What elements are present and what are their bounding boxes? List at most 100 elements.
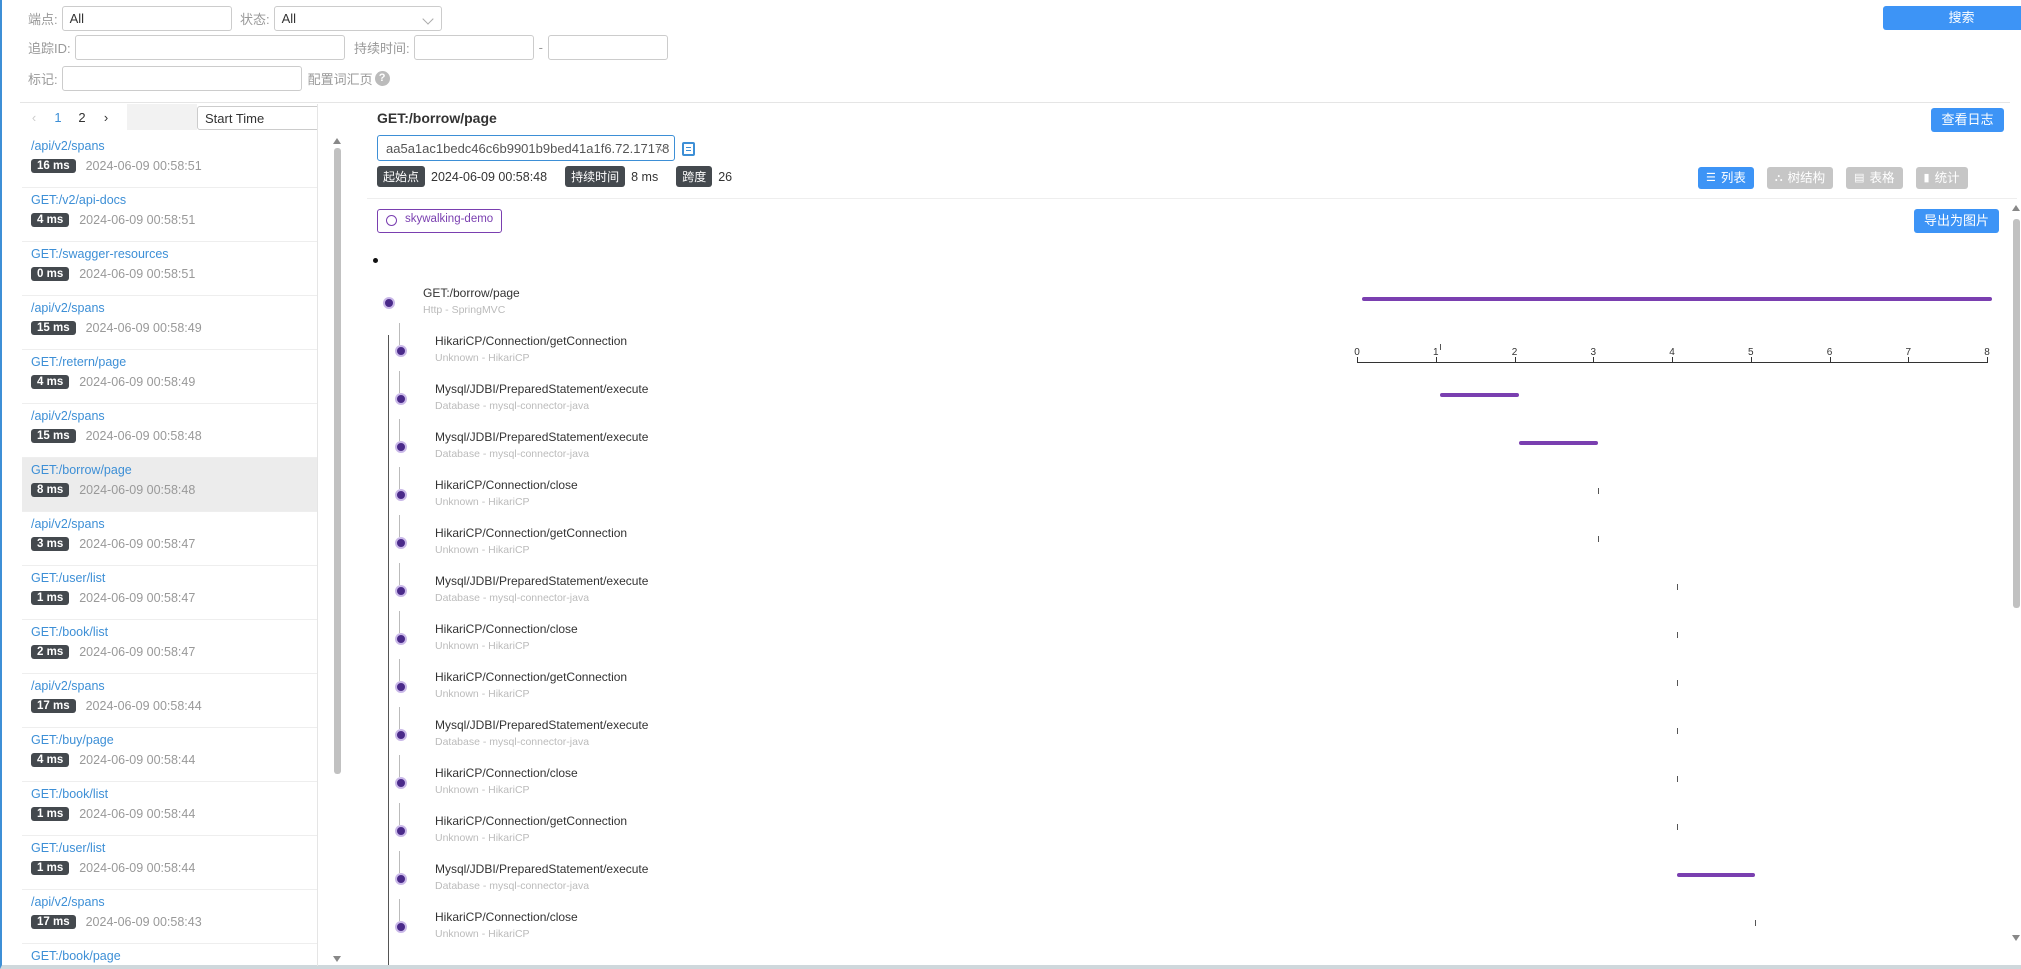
span-node-dot[interactable]	[395, 729, 407, 741]
scroll-thumb[interactable]	[2013, 219, 2020, 608]
trace-endpoint-link[interactable]: GET:/buy/page	[31, 733, 317, 753]
trace-endpoint-link[interactable]: GET:/book/list	[31, 787, 317, 807]
trace-list-item[interactable]: /api/v2/spans 15 ms 2024-06-09 00:58:49	[22, 296, 317, 350]
trace-list-item[interactable]: /api/v2/spans 17 ms 2024-06-09 00:58:44	[22, 674, 317, 728]
trace-endpoint-link[interactable]: GET:/retern/page	[31, 355, 317, 375]
span-node-dot[interactable]	[395, 873, 407, 885]
span-duration-mark[interactable]	[1676, 776, 1678, 782]
view-table-button[interactable]: ▤ 表格	[1846, 167, 1903, 189]
span-row[interactable]: HikariCP/Connection/close Unknown - Hikar…	[367, 755, 2003, 815]
trace-endpoint-link[interactable]: /api/v2/spans	[31, 895, 317, 915]
trace-list-item[interactable]: GET:/user/list 1 ms 2024-06-09 00:58:47	[22, 566, 317, 620]
span-node-dot[interactable]	[395, 441, 407, 453]
span-row[interactable]: HikariCP/Connection/getConnection Unknown…	[367, 323, 2003, 383]
view-tree-button[interactable]: ⛬ 树结构	[1766, 167, 1834, 189]
timeline-scrollbar[interactable]	[2012, 205, 2020, 941]
sort-select[interactable]: Start Time	[197, 106, 317, 130]
trace-list-item[interactable]: /api/v2/spans 3 ms 2024-06-09 00:58:47	[22, 512, 317, 566]
span-row[interactable]: Mysql/JDBI/PreparedStatement/execute Data…	[367, 707, 2003, 767]
span-row[interactable]: HikariCP/Connection/getConnection Unknown…	[367, 659, 2003, 719]
span-row[interactable]: Mysql/JDBI/PreparedStatement/execute Data…	[367, 563, 2003, 623]
trace-endpoint-link[interactable]: GET:/swagger-resources	[31, 247, 317, 267]
trace-endpoint-link[interactable]: /api/v2/spans	[31, 679, 317, 699]
trace-endpoint-link[interactable]: /api/v2/spans	[31, 517, 317, 537]
trace-list-item[interactable]: GET:/user/list 1 ms 2024-06-09 00:58:44	[22, 836, 317, 890]
trace-endpoint-link[interactable]: /api/v2/spans	[31, 301, 317, 321]
span-duration-mark[interactable]	[1676, 584, 1678, 590]
trace-list-item[interactable]: GET:/buy/page 4 ms 2024-06-09 00:58:44	[22, 728, 317, 782]
span-duration-mark[interactable]	[1676, 824, 1678, 830]
span-node-dot[interactable]	[395, 681, 407, 693]
duration-min-input[interactable]	[413, 35, 534, 60]
next-page-button[interactable]: ›	[94, 110, 118, 125]
scroll-thumb[interactable]	[334, 148, 341, 774]
span-row[interactable]: Mysql/JDBI/PreparedStatement/execute Data…	[367, 419, 2003, 479]
trace-endpoint-link[interactable]: GET:/v2/api-docs	[31, 193, 317, 213]
trace-endpoint-link[interactable]: /api/v2/spans	[31, 409, 317, 429]
span-row[interactable]: Mysql/JDBI/PreparedStatement/execute Data…	[367, 371, 2003, 431]
span-node-dot[interactable]	[395, 393, 407, 405]
span-node-dot[interactable]	[395, 489, 407, 501]
copy-icon[interactable]	[682, 142, 695, 156]
duration-max-input[interactable]	[547, 35, 668, 60]
view-logs-button[interactable]: 查看日志	[1931, 108, 2004, 132]
service-tag[interactable]: skywalking-demo	[377, 209, 503, 233]
endpoint-input[interactable]: All	[61, 6, 232, 31]
export-image-button[interactable]: 导出为图片	[1914, 209, 1999, 233]
scroll-down-arrow-icon[interactable]	[2012, 935, 2020, 941]
scroll-up-arrow-icon[interactable]	[2012, 205, 2020, 211]
trace-endpoint-link[interactable]: GET:/user/list	[31, 841, 317, 861]
trace-list-item[interactable]: GET:/retern/page 4 ms 2024-06-09 00:58:49	[22, 350, 317, 404]
prev-page-button[interactable]: ‹	[22, 110, 46, 125]
span-node-dot[interactable]	[395, 921, 407, 933]
span-duration-bar[interactable]	[1440, 393, 1520, 397]
span-node-dot[interactable]	[395, 633, 407, 645]
scroll-down-arrow-icon[interactable]	[333, 956, 341, 962]
view-stats-button[interactable]: ▮ 统计	[1915, 167, 1968, 189]
span-node-dot[interactable]	[395, 345, 407, 357]
trace-endpoint-link[interactable]: GET:/book/list	[31, 625, 317, 645]
trace-list-item[interactable]: GET:/book/list 2 ms 2024-06-09 00:58:47	[22, 620, 317, 674]
trace-id-select[interactable]: aa5a1ac1bedc46c6b9901b9bed41a1f6.72.1717…	[377, 135, 675, 161]
trace-id-input[interactable]	[74, 35, 345, 60]
span-row[interactable]: HikariCP/Connection/close Unknown - Hikar…	[367, 467, 2003, 527]
trace-list-item[interactable]: /api/v2/spans 16 ms 2024-06-09 00:58:51	[22, 134, 317, 188]
span-duration-bar[interactable]	[1361, 297, 1992, 301]
span-duration-mark[interactable]	[1755, 920, 1757, 926]
span-node-dot[interactable]	[395, 777, 407, 789]
trace-endpoint-link[interactable]: GET:/user/list	[31, 571, 317, 591]
tags-input[interactable]	[61, 66, 302, 91]
span-row[interactable]: HikariCP/Connection/close Unknown - Hikar…	[367, 611, 2003, 671]
span-duration-mark[interactable]	[1676, 680, 1678, 686]
span-duration-mark[interactable]	[1440, 344, 1442, 350]
span-node-dot[interactable]	[383, 297, 395, 309]
span-duration-mark[interactable]	[1676, 728, 1678, 734]
trace-endpoint-link[interactable]: GET:/borrow/page	[31, 463, 317, 483]
span-duration-mark[interactable]	[1597, 488, 1599, 494]
search-button[interactable]: 搜索	[1883, 6, 2021, 30]
trace-list-item[interactable]: GET:/swagger-resources 0 ms 2024-06-09 00:…	[22, 242, 317, 296]
trace-list-scrollbar[interactable]	[333, 138, 341, 962]
trace-list-item[interactable]: GET:/book/page	[22, 944, 317, 966]
span-node-dot[interactable]	[395, 825, 407, 837]
status-select[interactable]: All	[273, 6, 442, 31]
span-duration-bar[interactable]	[1519, 441, 1598, 445]
span-duration-mark[interactable]	[1597, 536, 1599, 542]
config-vocab-link[interactable]: 配置词汇页	[308, 69, 373, 88]
trace-endpoint-link[interactable]: GET:/book/page	[31, 949, 317, 966]
span-node-dot[interactable]	[395, 585, 407, 597]
trace-list-item[interactable]: GET:/book/list 1 ms 2024-06-09 00:58:44	[22, 782, 317, 836]
span-row[interactable]: HikariCP/Connection/getConnection Unknown…	[367, 515, 2003, 575]
trace-list-item[interactable]: /api/v2/spans 17 ms 2024-06-09 00:58:43	[22, 890, 317, 944]
scroll-up-arrow-icon[interactable]	[333, 138, 341, 144]
page-2-button[interactable]: 2	[70, 110, 94, 125]
span-row[interactable]: HikariCP/Connection/getConnection Unknown…	[367, 803, 2003, 863]
page-1-button[interactable]: 1	[46, 110, 70, 125]
trace-endpoint-link[interactable]: /api/v2/spans	[31, 139, 317, 159]
span-duration-mark[interactable]	[1676, 632, 1678, 638]
trace-list-item[interactable]: /api/v2/spans 15 ms 2024-06-09 00:58:48	[22, 404, 317, 458]
span-row[interactable]: Mysql/JDBI/PreparedStatement/execute Data…	[367, 851, 2003, 911]
help-icon[interactable]: ?	[374, 71, 390, 86]
trace-list-item[interactable]: GET:/borrow/page 8 ms 2024-06-09 00:58:48	[22, 458, 317, 512]
span-row[interactable]: HikariCP/Connection/close Unknown - Hikar…	[367, 899, 2003, 959]
